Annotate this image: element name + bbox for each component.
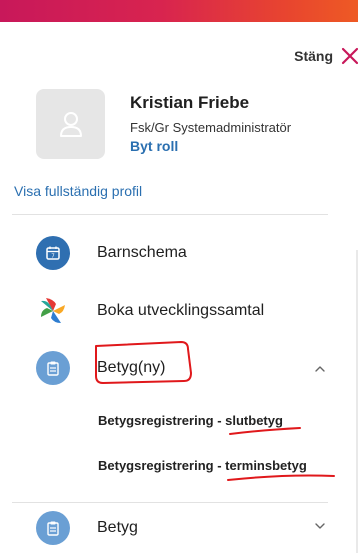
- divider: [12, 214, 328, 215]
- clipboard-icon: [47, 521, 59, 536]
- close-label[interactable]: Stäng: [294, 48, 333, 64]
- chevron-down-icon[interactable]: [313, 519, 327, 533]
- menu-item-barnschema[interactable]: 7 Barnschema: [36, 236, 187, 270]
- pinwheel-icon: [41, 298, 65, 323]
- change-role-link[interactable]: Byt roll: [130, 138, 178, 154]
- top-gradient-bar: [0, 0, 358, 22]
- user-name: Kristian Friebe: [130, 93, 250, 112]
- submenu-item-terminsbetyg[interactable]: Betygsregistrering - terminsbetyg: [98, 458, 307, 473]
- menu-item-boka-utvecklingssamtal[interactable]: Boka utvecklingssamtal: [36, 294, 264, 328]
- calendar-icon: 7: [46, 246, 60, 260]
- user-role: Fsk/Gr Systemadministratör: [130, 120, 292, 135]
- menu-item-label: Betyg: [97, 519, 138, 536]
- close-icon[interactable]: [340, 46, 358, 66]
- annotation-underline-terminsbetyg: [227, 474, 335, 481]
- clipboard-icon-badge: [36, 351, 70, 385]
- close-control[interactable]: Stäng: [294, 44, 358, 68]
- menu-item-betyg-ny[interactable]: Betyg(ny): [36, 351, 165, 385]
- svg-text:7: 7: [51, 254, 55, 260]
- clipboard-icon-badge: [36, 511, 70, 545]
- menu-item-label: Boka utvecklingssamtal: [97, 302, 265, 319]
- view-full-profile-link[interactable]: Visa fullständig profil: [14, 183, 142, 199]
- clipboard-icon: [47, 361, 59, 376]
- avatar: [36, 89, 105, 159]
- pinwheel-icon-badge: [36, 294, 70, 328]
- chevron-up-icon[interactable]: [313, 362, 327, 376]
- user-icon: [59, 112, 82, 137]
- divider: [12, 502, 328, 503]
- annotation-underline-slutbetyg: [229, 427, 301, 435]
- submenu-item-slutbetyg[interactable]: Betygsregistrering - slutbetyg: [98, 413, 283, 428]
- menu-item-label: Barnschema: [97, 244, 187, 261]
- menu-item-betyg[interactable]: Betyg: [36, 511, 138, 545]
- calendar-icon-badge: 7: [36, 236, 70, 270]
- menu-item-label: Betyg(ny): [97, 359, 166, 376]
